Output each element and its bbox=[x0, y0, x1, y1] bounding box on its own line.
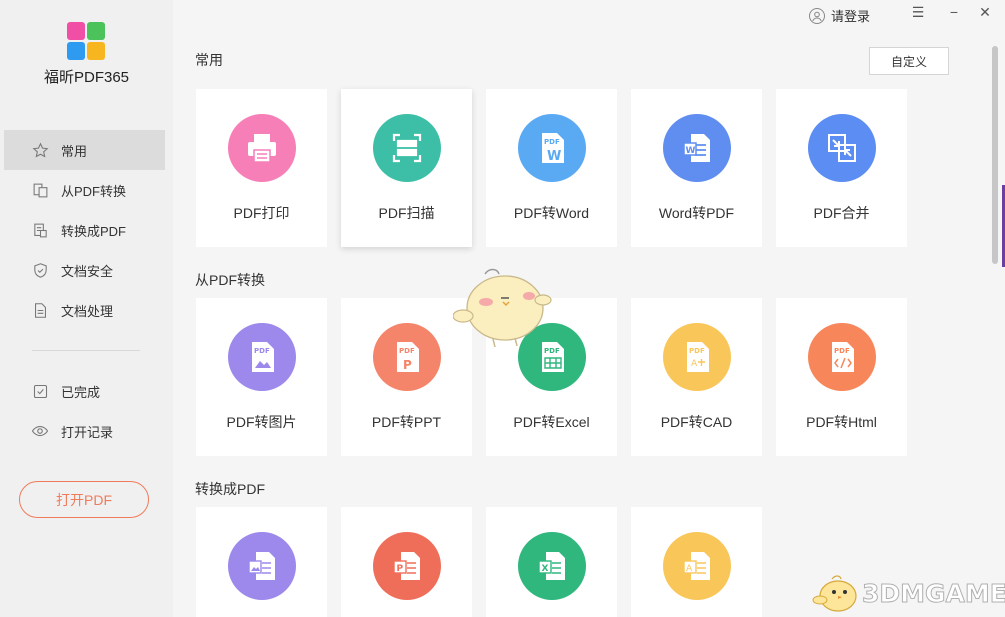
sidebar-item-label: 转换成PDF bbox=[61, 223, 127, 239]
tool-card-pdf-to-html[interactable]: PDF PDF转Html bbox=[776, 298, 907, 456]
pdf-to-word-icon: PDF W bbox=[518, 114, 586, 182]
shield-icon bbox=[31, 261, 49, 279]
tool-card-label: PDF合并 bbox=[813, 205, 870, 221]
main-panel: 请登录 ☰ − ✕ 常用 自定义 PDF打印 PDF扫描 PDF W PDF转Wo… bbox=[173, 0, 1005, 617]
sidebar-divider bbox=[32, 350, 140, 351]
tool-card-pdf-to-image[interactable]: PDF PDF转图片 bbox=[196, 298, 327, 456]
excel-to-pdf-icon: X bbox=[518, 532, 586, 600]
watermark-text: 3DMGAME bbox=[862, 578, 1005, 608]
app-name: 福昕PDF365 bbox=[43, 69, 130, 86]
minimize-icon[interactable]: − bbox=[945, 4, 963, 20]
sidebar-item-label: 已完成 bbox=[61, 384, 101, 400]
tool-card-pdf-to-word[interactable]: PDF W PDF转Word bbox=[486, 89, 617, 247]
login-link[interactable]: 请登录 bbox=[808, 6, 870, 25]
document-icon bbox=[31, 301, 49, 319]
svg-text:A: A bbox=[691, 359, 698, 369]
open-pdf-button[interactable]: 打开PDF bbox=[19, 481, 149, 518]
sidebar-item-history[interactable]: 打开记录 bbox=[4, 411, 165, 451]
sidebar-item-security[interactable]: 文档安全 bbox=[4, 250, 165, 290]
sidebar-item-from-pdf[interactable]: 从PDF转换 bbox=[4, 170, 165, 210]
svg-text:PDF: PDF bbox=[254, 347, 270, 355]
login-label: 请登录 bbox=[830, 9, 870, 24]
svg-text:PDF: PDF bbox=[399, 347, 415, 355]
printer-icon bbox=[228, 114, 296, 182]
mascot-chick-image bbox=[452, 266, 553, 361]
star-icon bbox=[31, 141, 49, 159]
tool-card-label: PDF转图片 bbox=[226, 414, 297, 430]
tool-card-label: PDF打印 bbox=[233, 205, 290, 221]
eye-icon bbox=[31, 422, 49, 440]
pdf-to-ppt-icon: PDF P bbox=[373, 323, 441, 391]
menu-icon[interactable]: ☰ bbox=[909, 4, 927, 21]
convert-from-pdf-icon bbox=[31, 181, 49, 199]
scan-icon bbox=[373, 114, 441, 182]
svg-text:X: X bbox=[542, 564, 549, 574]
tool-card-label: PDF转PPT bbox=[371, 414, 442, 430]
vertical-scrollbar[interactable] bbox=[992, 46, 998, 264]
section-title-to-pdf: 转换成PDF bbox=[195, 481, 265, 497]
tool-card-excel-to-pdf[interactable]: X bbox=[486, 507, 617, 617]
image-to-pdf-icon bbox=[228, 532, 296, 600]
sidebar-item-to-pdf[interactable]: 转换成PDF bbox=[4, 210, 165, 250]
sidebar: 福昕PDF365 常用 从PDF转换 转换成PDF 文档安全 文档处理 已完成 … bbox=[0, 0, 173, 617]
ppt-to-pdf-icon: P bbox=[373, 532, 441, 600]
svg-text:A: A bbox=[686, 564, 693, 574]
watermark-mascot-icon bbox=[812, 575, 857, 612]
pdf-to-cad-icon: PDF A bbox=[663, 323, 731, 391]
svg-text:P: P bbox=[397, 564, 404, 574]
tool-card-image-to-pdf[interactable] bbox=[196, 507, 327, 617]
tool-card-label: Word转PDF bbox=[658, 205, 735, 221]
tool-card-label: PDF转Word bbox=[513, 205, 590, 221]
sidebar-item-label: 常用 bbox=[61, 143, 88, 159]
svg-text:W: W bbox=[547, 149, 561, 164]
close-icon[interactable]: ✕ bbox=[976, 4, 994, 21]
sidebar-item-label: 从PDF转换 bbox=[61, 183, 127, 199]
tool-card-ppt-to-pdf[interactable]: P bbox=[341, 507, 472, 617]
tool-card-word-to-pdf[interactable]: W Word转PDF bbox=[631, 89, 762, 247]
tool-card-pdf-merge[interactable]: PDF合并 bbox=[776, 89, 907, 247]
section-title-common: 常用 bbox=[195, 52, 223, 68]
svg-text:PDF: PDF bbox=[834, 347, 850, 355]
tool-card-pdf-scan[interactable]: PDF扫描 bbox=[341, 89, 472, 247]
tool-card-label: PDF转Excel bbox=[513, 414, 590, 430]
tool-card-pdf-to-cad[interactable]: PDF A PDF转CAD bbox=[631, 298, 762, 456]
cad-to-pdf-icon: A bbox=[663, 532, 731, 600]
sidebar-item-processing[interactable]: 文档处理 bbox=[4, 290, 165, 330]
svg-text:W: W bbox=[686, 146, 696, 156]
tool-card-label: PDF转CAD bbox=[660, 414, 733, 430]
tool-card-cad-to-pdf[interactable]: A bbox=[631, 507, 762, 617]
svg-text:PDF: PDF bbox=[544, 138, 560, 146]
merge-icon bbox=[808, 114, 876, 182]
sidebar-item-label: 打开记录 bbox=[61, 424, 114, 440]
checkbox-icon bbox=[31, 382, 49, 400]
section-title-from-pdf: 从PDF转换 bbox=[195, 272, 265, 288]
tool-card-label: PDF扫描 bbox=[378, 205, 435, 221]
pdf-to-html-icon: PDF bbox=[808, 323, 876, 391]
svg-text:PDF: PDF bbox=[689, 347, 705, 355]
sidebar-item-label: 文档安全 bbox=[61, 263, 114, 279]
tool-card-label: PDF转Html bbox=[806, 414, 877, 430]
app-logo bbox=[67, 22, 105, 60]
sidebar-item-common[interactable]: 常用 bbox=[4, 130, 165, 170]
sidebar-item-completed[interactable]: 已完成 bbox=[4, 371, 165, 411]
customize-button[interactable]: 自定义 bbox=[869, 47, 949, 75]
tool-card-pdf-print[interactable]: PDF打印 bbox=[196, 89, 327, 247]
word-to-pdf-icon: W bbox=[663, 114, 731, 182]
pdf-to-image-icon: PDF bbox=[228, 323, 296, 391]
sidebar-item-label: 文档处理 bbox=[61, 303, 114, 319]
watermark: 3DMGAME bbox=[812, 570, 1005, 616]
svg-text:P: P bbox=[403, 358, 412, 372]
convert-to-pdf-icon bbox=[31, 221, 49, 239]
user-avatar-icon bbox=[808, 7, 825, 24]
